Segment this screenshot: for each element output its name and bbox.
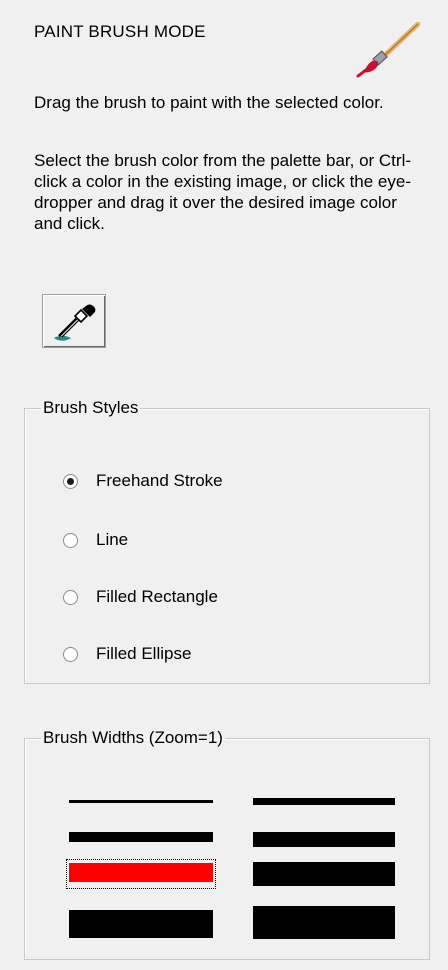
radio-freehand-stroke[interactable]: Freehand Stroke	[63, 470, 223, 492]
radio-button[interactable]	[63, 646, 78, 662]
brush-width-bar	[69, 832, 213, 842]
brush-widths-group: Brush Widths (Zoom=1)	[24, 728, 430, 960]
radio-line[interactable]: Line	[63, 529, 128, 551]
panel-title: PAINT BRUSH MODE	[34, 22, 206, 41]
radio-label: Filled Rectangle	[96, 587, 218, 606]
brush-width-5[interactable]	[253, 794, 395, 810]
paint-brush-icon	[356, 22, 421, 78]
brush-widths-legend: Brush Widths (Zoom=1)	[43, 728, 223, 747]
eye-dropper-button[interactable]	[42, 294, 106, 348]
brush-width-6[interactable]	[253, 828, 395, 852]
brush-width-2[interactable]	[69, 828, 213, 848]
eye-dropper-icon	[54, 304, 96, 341]
help-text: Select the brush color from the palette …	[34, 151, 412, 233]
brush-width-bar	[69, 863, 213, 882]
instructions-text: Drag the brush to paint with the selecte…	[34, 93, 384, 112]
brush-width-1[interactable]	[69, 794, 213, 810]
radio-label: Line	[96, 530, 129, 549]
paint-brush-panel: PAINT BRUSH MODE Drag the brush to paint…	[0, 0, 448, 970]
brush-width-4[interactable]	[69, 908, 213, 938]
radio-label: Filled Ellipse	[96, 644, 192, 663]
radio-button[interactable]	[63, 589, 78, 605]
brush-width-bar	[253, 862, 395, 886]
radio-filled-ellipse[interactable]: Filled Ellipse	[63, 643, 191, 665]
brush-width-bar	[253, 906, 395, 939]
radio-filled-rectangle[interactable]: Filled Rectangle	[63, 586, 218, 608]
brush-styles-legend: Brush Styles	[43, 398, 139, 417]
radio-button-checked[interactable]	[63, 473, 78, 489]
brush-width-7[interactable]	[253, 860, 395, 890]
brush-width-bar	[69, 910, 213, 938]
brush-width-bar	[253, 832, 395, 847]
brush-width-3-selected[interactable]	[66, 859, 216, 889]
radio-label: Freehand Stroke	[96, 471, 223, 490]
brush-width-bar	[253, 798, 395, 805]
brush-styles-group: Brush Styles Freehand Stroke Line Filled…	[24, 398, 430, 684]
brush-width-bar	[69, 800, 213, 803]
radio-button[interactable]	[63, 532, 78, 548]
brush-width-8[interactable]	[253, 904, 395, 942]
